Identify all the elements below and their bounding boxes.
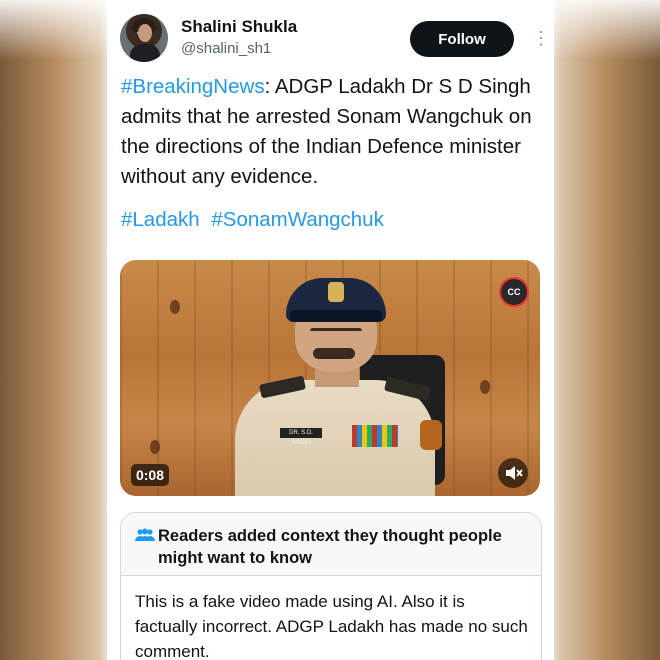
author-handle[interactable]: @shalini_sh1 xyxy=(181,40,271,57)
shoulder-patch xyxy=(420,420,442,450)
community-note: Readers added context they thought peopl… xyxy=(120,512,542,660)
community-note-body: This is a fake video made using AI. Also… xyxy=(135,592,528,660)
cap-band xyxy=(290,310,382,322)
tweet-header: Shalini Shukla @shalini_sh1 Follow ⋮ xyxy=(120,14,550,64)
officer-nameplate: DR. S.D. SINGH xyxy=(280,428,322,446)
hashtag-ladakh[interactable]: #Ladakh xyxy=(121,208,200,231)
avatar[interactable] xyxy=(120,14,168,62)
wood-knot xyxy=(150,440,160,454)
hashtag-sonamwangchuk[interactable]: #SonamWangchuk xyxy=(211,208,383,231)
community-note-header: Readers added context they thought peopl… xyxy=(121,513,541,576)
video-timestamp: 0:08 xyxy=(131,464,169,486)
wood-knot xyxy=(170,300,180,314)
tweet-card: Shalini Shukla @shalini_sh1 Follow ⋮ #Br… xyxy=(107,0,554,660)
tweet-hashtags: #Ladakh #SonamWangchuk xyxy=(121,208,390,232)
muted-speaker-icon[interactable] xyxy=(498,458,528,488)
avatar-body xyxy=(130,44,160,62)
video-player[interactable]: DR. S.D. SINGH CC 0:08 xyxy=(120,260,540,496)
officer-mustache xyxy=(313,348,355,359)
author-name[interactable]: Shalini Shukla xyxy=(181,17,297,37)
avatar-face xyxy=(138,24,152,42)
community-note-title: Readers added context they thought peopl… xyxy=(158,527,502,567)
tweet-text: #BreakingNews: ADGP Ladakh Dr S D Singh … xyxy=(121,72,541,192)
cap-badge xyxy=(328,282,344,302)
captions-icon[interactable]: CC xyxy=(501,279,527,305)
hashtag-breakingnews[interactable]: #BreakingNews xyxy=(121,75,265,98)
people-icon xyxy=(135,528,155,541)
medal-ribbons xyxy=(352,425,398,447)
wood-knot xyxy=(480,380,490,394)
officer-eyes xyxy=(310,328,362,337)
more-options-icon[interactable]: ⋮ xyxy=(532,26,550,50)
follow-button[interactable]: Follow xyxy=(410,21,514,57)
